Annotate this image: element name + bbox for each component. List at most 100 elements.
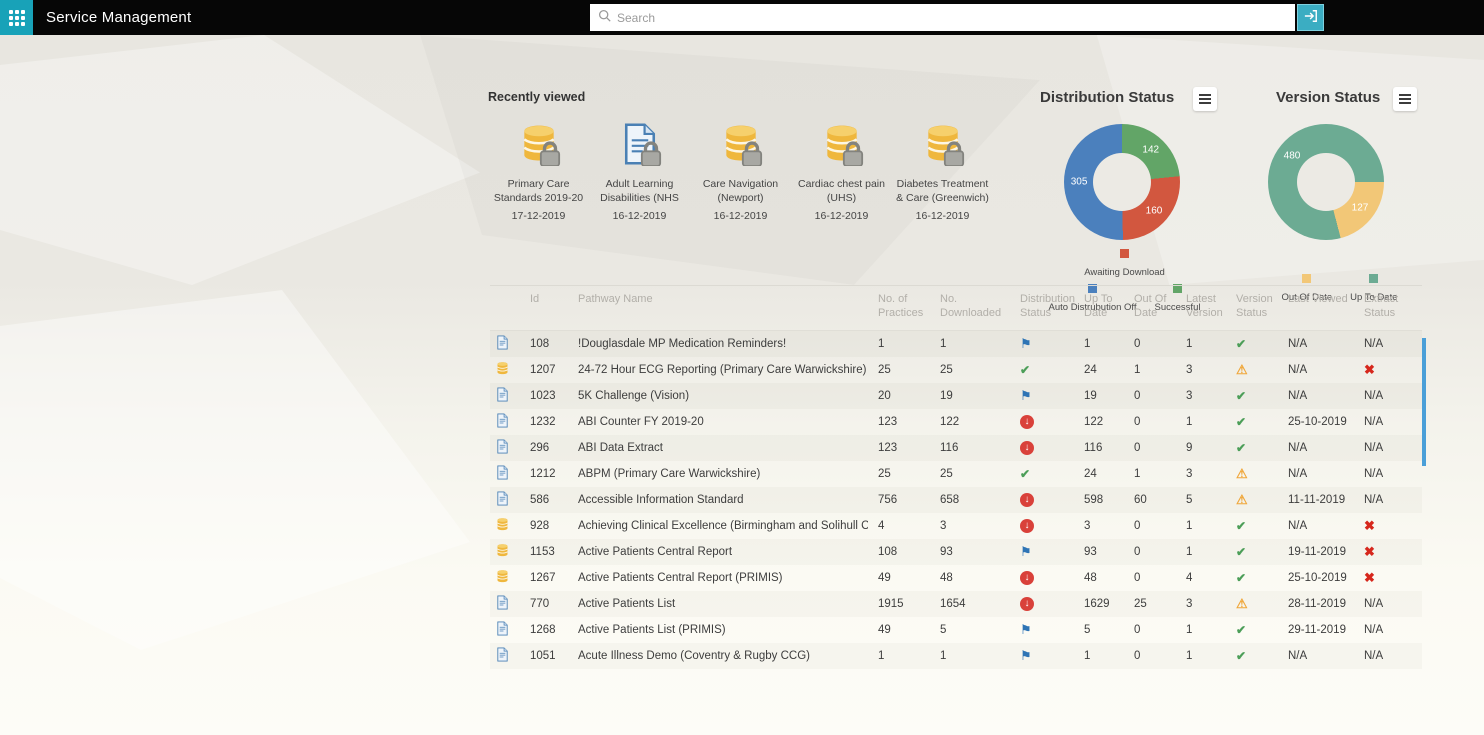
cell-downloaded: 3 <box>930 520 1010 532</box>
table-row[interactable]: 108 !Douglasdale MP Medication Reminders… <box>490 331 1422 357</box>
flag-icon: ⚑ <box>1020 648 1032 664</box>
recently-viewed-item[interactable]: Cardiac chest pain (UHS) 16-12-2019 <box>791 120 892 222</box>
search-icon <box>598 9 611 27</box>
cell-out-of-date: 0 <box>1124 624 1176 636</box>
cell-out-of-date: 0 <box>1124 546 1176 558</box>
database-lock-icon <box>690 120 791 168</box>
app-grid-button[interactable] <box>0 0 33 35</box>
table-row[interactable]: 586 Accessible Information Standard 756 … <box>490 487 1422 513</box>
chart-menu-button[interactable] <box>1393 87 1417 111</box>
column-header[interactable]: No. Downloaded <box>930 292 1010 321</box>
table-row[interactable]: 296 ABI Data Extract 123 116 ↓ 116 0 9 ✔… <box>490 435 1422 461</box>
column-header[interactable]: Latest Version <box>1176 292 1226 321</box>
dashboard-header: Recently viewed Primary Care Standards 2… <box>0 35 1484 285</box>
cell-version-status: ⚠ <box>1226 362 1278 378</box>
cell-practices: 108 <box>868 546 930 558</box>
cell-out-of-date: 60 <box>1124 494 1176 506</box>
cell-distribution-status: ⚑ <box>1010 622 1074 638</box>
cell-pathway-name: !Douglasdale MP Medication Reminders! <box>568 338 868 350</box>
download-icon: ↓ <box>1020 519 1034 533</box>
search-input[interactable] <box>617 11 1287 25</box>
cell-extract-status: N/A <box>1354 650 1422 662</box>
cell-version-status: ✔ <box>1226 571 1278 585</box>
cell-last-viewed: 28-11-2019 <box>1278 598 1354 610</box>
table-row[interactable]: 928 Achieving Clinical Excellence (Birmi… <box>490 513 1422 539</box>
legend-swatch <box>1369 274 1378 283</box>
table-row[interactable]: 1153 Active Patients Central Report 108 … <box>490 539 1422 565</box>
recently-viewed-item-date: 16-12-2019 <box>589 210 690 222</box>
cell-last-viewed: 25-10-2019 <box>1278 572 1354 584</box>
cell-extract-status: N/A <box>1354 624 1422 636</box>
column-header[interactable]: Distribution Status <box>1010 292 1074 321</box>
table-row[interactable]: 1267 Active Patients Central Report (PRI… <box>490 565 1422 591</box>
check-icon: ✔ <box>1236 649 1246 663</box>
column-header[interactable]: Version Status <box>1226 292 1278 321</box>
check-icon: ✔ <box>1236 337 1246 351</box>
enter-arrow-icon <box>1303 9 1319 26</box>
cell-practices: 756 <box>868 494 930 506</box>
document-icon <box>495 439 510 457</box>
donut-chart[interactable]: 127480 <box>1268 124 1384 240</box>
column-header[interactable]: Extract Status <box>1354 292 1422 321</box>
cell-last-viewed: 19-11-2019 <box>1278 546 1354 558</box>
cell-up-to-date: 3 <box>1074 520 1124 532</box>
table-row[interactable]: 770 Active Patients List 1915 1654 ↓ 162… <box>490 591 1422 617</box>
recently-viewed-item-name: Primary Care Standards 2019-20 <box>488 177 589 205</box>
warning-icon: ⚠ <box>1236 466 1248 482</box>
donut-chart[interactable]: 142160305 <box>1064 124 1180 240</box>
cell-out-of-date: 0 <box>1124 520 1176 532</box>
column-header[interactable]: Up To Date <box>1074 292 1124 321</box>
search-box <box>590 4 1295 31</box>
cell-pathway-name: Active Patients Central Report (PRIMIS) <box>568 572 868 584</box>
table-row[interactable]: 1051 Acute Illness Demo (Coventry & Rugb… <box>490 643 1422 669</box>
table-row[interactable]: 1207 24-72 Hour ECG Reporting (Primary C… <box>490 357 1422 383</box>
cell-practices: 1 <box>868 338 930 350</box>
table-scrollbar[interactable] <box>1422 338 1426 466</box>
recently-viewed-item[interactable]: Adult Learning Disabilities (NHS 16-12-2… <box>589 120 690 222</box>
table-row[interactable]: 1232 ABI Counter FY 2019-20 123 122 ↓ 12… <box>490 409 1422 435</box>
recently-viewed-item-name: Care Navigation (Newport) <box>690 177 791 205</box>
map-background-shape <box>0 35 480 285</box>
column-header[interactable]: Last Viewed <box>1278 292 1354 321</box>
cell-id: 1232 <box>520 416 568 428</box>
cell-latest-version: 1 <box>1176 416 1226 428</box>
submit-search-button[interactable] <box>1297 4 1324 31</box>
table-row[interactable]: 1023 5K Challenge (Vision) 20 19 ⚑ 19 0 … <box>490 383 1422 409</box>
cell-id: 1207 <box>520 364 568 376</box>
recently-viewed-item[interactable]: Primary Care Standards 2019-20 17-12-201… <box>488 120 589 222</box>
cell-latest-version: 1 <box>1176 546 1226 558</box>
check-icon: ✔ <box>1236 519 1246 533</box>
cross-icon: ✖ <box>1364 544 1375 560</box>
database-lock-icon <box>791 120 892 168</box>
cell-pathway-name: Active Patients List (PRIMIS) <box>568 624 868 636</box>
recently-viewed-item[interactable]: Care Navigation (Newport) 16-12-2019 <box>690 120 791 222</box>
table-body: 108 !Douglasdale MP Medication Reminders… <box>490 331 1422 669</box>
cell-practices: 25 <box>868 364 930 376</box>
column-header[interactable]: Pathway Name <box>568 292 868 321</box>
warning-icon: ⚠ <box>1236 492 1248 508</box>
cell-out-of-date: 0 <box>1124 650 1176 662</box>
cell-extract-status: N/A <box>1354 390 1422 402</box>
cell-practices: 25 <box>868 468 930 480</box>
table-row[interactable]: 1212 ABPM (Primary Care Warwickshire) 25… <box>490 461 1422 487</box>
recently-viewed-item-date: 17-12-2019 <box>488 210 589 222</box>
cell-pathway-name: Accessible Information Standard <box>568 494 868 506</box>
cell-extract-status: ✖ <box>1354 570 1422 586</box>
donut-value: 305 <box>1071 177 1088 188</box>
cell-latest-version: 9 <box>1176 442 1226 454</box>
document-icon <box>495 621 510 639</box>
database-icon <box>495 543 510 561</box>
recently-viewed-item[interactable]: Diabetes Treatment & Care (Greenwich) 16… <box>892 120 993 222</box>
column-header[interactable]: Id <box>520 292 568 321</box>
table-row[interactable]: 1268 Active Patients List (PRIMIS) 49 5 … <box>490 617 1422 643</box>
cell-latest-version: 4 <box>1176 572 1226 584</box>
cell-extract-status: N/A <box>1354 494 1422 506</box>
column-header[interactable]: No. of Practices <box>868 292 930 321</box>
column-header[interactable]: Out Of Date <box>1124 292 1176 321</box>
cell-id: 586 <box>520 494 568 506</box>
cell-last-viewed: N/A <box>1278 338 1354 350</box>
chart-menu-button[interactable] <box>1193 87 1217 111</box>
cell-latest-version: 5 <box>1176 494 1226 506</box>
cell-latest-version: 3 <box>1176 468 1226 480</box>
cell-distribution-status: ↓ <box>1010 571 1074 585</box>
